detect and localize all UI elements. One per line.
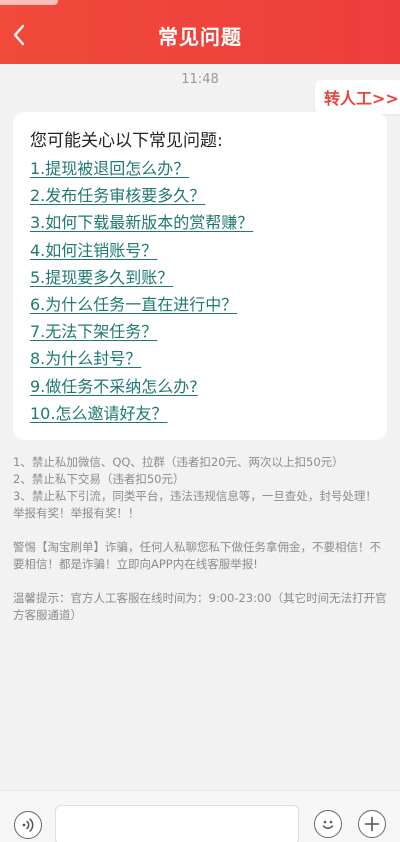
plus-icon: [364, 816, 380, 832]
faq-link-6[interactable]: 6.为什么任务一直在进行中？: [30, 295, 237, 314]
faq-list: 1.提现被退回怎么办？ 2.发布任务审核要多久？ 3.如何下载最新版本的赏帮赚？…: [30, 155, 370, 427]
faq-item: 7.无法下架任务？: [30, 318, 370, 345]
faq-link-1[interactable]: 1.提现被退回怎么办？: [30, 159, 189, 178]
faq-item: 5.提现要多久到账？: [30, 264, 370, 291]
report-reward-text: 举报有奖！举报有奖！！: [13, 506, 140, 520]
service-hours: 温馨提示：官方人工客服在线时间为：9:00-23:00（其它时间无法打开官方客服…: [13, 591, 387, 622]
faq-link-9[interactable]: 9.做任务不采纳怎么办?: [30, 377, 198, 396]
faq-title: 您可能关心以下常见问题:: [30, 131, 223, 151]
faq-item: 3.如何下载最新版本的赏帮赚？: [30, 209, 370, 236]
message-input[interactable]: [55, 805, 299, 842]
faq-link-10[interactable]: 10.怎么邀请好友？: [30, 404, 167, 423]
faq-item: 8.为什么封号？: [30, 345, 370, 372]
rule-1: 1、禁止私加微信、QQ、拉群（违者扣20元、两次以上扣50元）: [13, 455, 344, 469]
emoji-button[interactable]: [314, 810, 342, 838]
status-strip: [0, 0, 400, 14]
faq-item: 1.提现被退回怎么办？: [30, 155, 370, 182]
faq-item: 9.做任务不采纳怎么办?: [30, 373, 370, 400]
faq-card: 您可能关心以下常见问题: 1.提现被退回怎么办？ 2.发布任务审核要多久？ 3.…: [13, 112, 387, 440]
plus-button[interactable]: [358, 810, 386, 838]
rule-3: 3、禁止私下引流，同类平台，违法违规信息等，一旦查处，封号处理！: [13, 489, 377, 503]
page-title: 常见问题: [158, 25, 242, 49]
faq-item: 10.怎么邀请好友？: [30, 400, 370, 427]
message-input-bar: [0, 790, 400, 842]
faq-item: 2.发布任务审核要多久？: [30, 182, 370, 209]
faq-link-7[interactable]: 7.无法下架任务？: [30, 322, 157, 341]
transfer-to-agent-button[interactable]: 转人工>>: [315, 80, 400, 114]
voice-icon: [22, 818, 34, 832]
fraud-warning: 警惕【淘宝刷单】诈骗，任何人私聊您私下做任务拿佣金，不要相信！不要相信！都是诈骗…: [13, 540, 381, 571]
faq-link-2[interactable]: 2.发布任务审核要多久？: [30, 186, 205, 205]
voice-button[interactable]: [14, 811, 42, 839]
rule-2: 2、禁止私下交易（违者扣50元）: [13, 472, 185, 486]
emoji-icon: [322, 820, 334, 829]
notice-block: 1、禁止私加微信、QQ、拉群（违者扣20元、两次以上扣50元） 2、禁止私下交易…: [13, 454, 387, 624]
faq-item: 4.如何注销账号？: [30, 237, 370, 264]
header-bar: 常见问题: [0, 0, 400, 64]
faq-item: 6.为什么任务一直在进行中？: [30, 291, 370, 318]
faq-link-5[interactable]: 5.提现要多久到账？: [30, 268, 173, 287]
faq-link-8[interactable]: 8.为什么封号？: [30, 349, 141, 368]
faq-link-3[interactable]: 3.如何下载最新版本的赏帮赚？: [30, 213, 253, 232]
faq-link-4[interactable]: 4.如何注销账号？: [30, 241, 157, 260]
